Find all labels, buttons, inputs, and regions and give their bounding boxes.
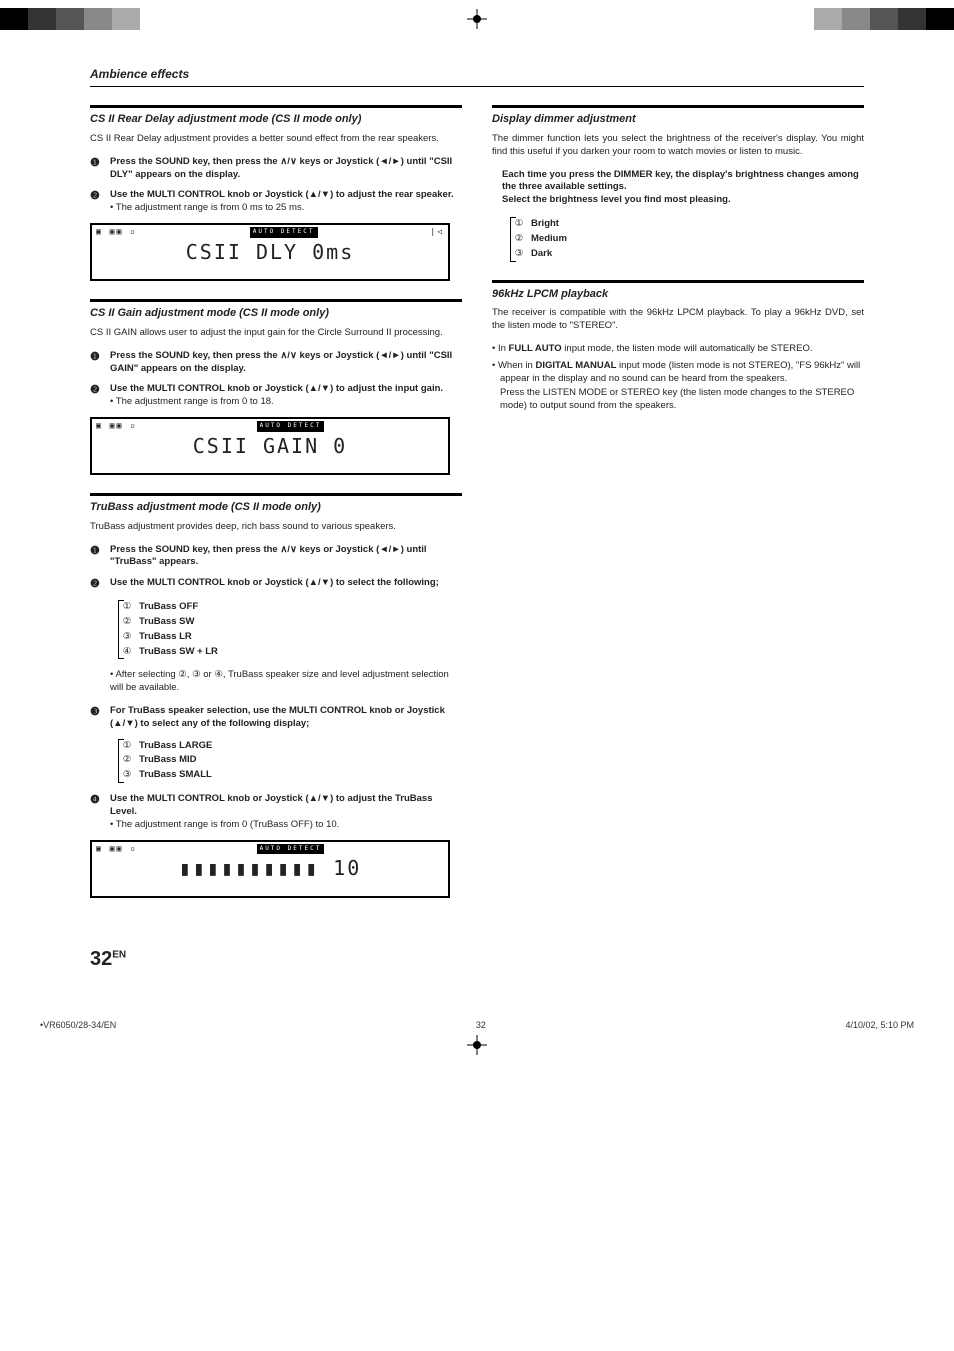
lcd-display-csii-delay: ▣ ▣▣ ▫AUTO DETECT|◁ CSII DLY 0ms <box>90 223 450 281</box>
step-text: For TruBass speaker selection, use the M… <box>110 705 462 731</box>
option-label: TruBass LR <box>139 631 192 644</box>
option-label: TruBass SMALL <box>139 769 212 782</box>
footer-page: 32 <box>476 1019 486 1031</box>
step-number-icon: ❷ <box>90 189 104 215</box>
step-text: Use the MULTI CONTROL knob or Joystick (… <box>110 577 462 592</box>
option-label: TruBass SW <box>139 616 194 629</box>
registration-boxes-left <box>0 8 140 30</box>
step-text: Press the SOUND key, then press the ∧/∨ … <box>110 156 462 182</box>
step-text: Press the SOUND key, then press the ∧/∨ … <box>110 350 462 376</box>
page-number: 32EN <box>90 946 864 973</box>
step-text: Use the MULTI CONTROL knob or Joystick (… <box>110 793 462 819</box>
option-label: Dark <box>531 248 552 261</box>
footer-filename: •VR6050/28-34/EN <box>40 1019 116 1031</box>
registration-boxes-right <box>814 8 954 30</box>
option-label: TruBass LARGE <box>139 740 212 753</box>
step-sub-note: • The adjustment range is from 0 (TruBas… <box>110 819 462 832</box>
section-desc: TruBass adjustment provides deep, rich b… <box>90 521 462 534</box>
bullet-continuation: Press the LISTEN MODE or STEREO key (the… <box>492 387 864 413</box>
step-text: Use the MULTI CONTROL knob or Joystick (… <box>110 189 462 202</box>
bullet-item: • In FULL AUTO input mode, the listen mo… <box>492 343 864 356</box>
step-number-icon: ❸ <box>90 705 104 731</box>
section-desc: The dimmer function lets you select the … <box>492 133 864 159</box>
option-label: TruBass MID <box>139 754 197 767</box>
section-desc: CS II Rear Delay adjustment provides a b… <box>90 133 462 146</box>
footer-bar: •VR6050/28-34/EN 32 4/10/02, 5:10 PM <box>0 1013 954 1031</box>
lcd-display-csii-gain: ▣ ▣▣ ▫AUTO DETECT CSII GAIN 0 <box>90 417 450 475</box>
registration-crosshair-icon <box>466 1035 488 1057</box>
note: • After selecting ②, ③ or ④, TruBass spe… <box>90 669 462 695</box>
step-number-icon: ❷ <box>90 383 104 409</box>
section-title-96khz: 96kHz LPCM playback <box>492 280 864 302</box>
dimmer-options-list: ①Bright ②Medium ③Dark <box>510 217 864 261</box>
section-desc: The receiver is compatible with the 96kH… <box>492 307 864 333</box>
section-title-dimmer: Display dimmer adjustment <box>492 105 864 127</box>
section-title-csii-delay: CS II Rear Delay adjustment mode (CS II … <box>90 105 462 127</box>
option-label: Bright <box>531 218 559 231</box>
page-header: Ambience effects <box>90 66 864 87</box>
section-title-csii-gain: CS II Gain adjustment mode (CS II mode o… <box>90 299 462 321</box>
option-label: Medium <box>531 233 567 246</box>
dimmer-note: Each time you press the DIMMER key, the … <box>492 169 864 207</box>
step-sub-note: • The adjustment range is from 0 to 18. <box>110 396 462 409</box>
step-number-icon: ❶ <box>90 350 104 376</box>
top-registration-bar <box>0 0 954 36</box>
option-label: TruBass OFF <box>139 601 198 614</box>
section-desc: CS II GAIN allows user to adjust the inp… <box>90 327 462 340</box>
step-text: Press the SOUND key, then press the ∧/∨ … <box>110 544 462 570</box>
step-number-icon: ❶ <box>90 156 104 182</box>
left-column: CS II Rear Delay adjustment mode (CS II … <box>90 105 462 915</box>
trubass-speaker-options-list: ①TruBass LARGE ②TruBass MID ③TruBass SMA… <box>118 739 462 783</box>
step-text: Use the MULTI CONTROL knob or Joystick (… <box>110 383 462 396</box>
section-title-trubass: TruBass adjustment mode (CS II mode only… <box>90 493 462 515</box>
registration-crosshair-icon <box>466 8 488 30</box>
lcd-display-trubass-level: ▣ ▣▣ ▫AUTO DETECT ▮▮▮▮▮▮▮▮▮▮ 10 <box>90 840 450 898</box>
step-sub-note: • The adjustment range is from 0 ms to 2… <box>110 202 462 215</box>
step-number-icon: ❶ <box>90 544 104 570</box>
footer-timestamp: 4/10/02, 5:10 PM <box>845 1019 914 1031</box>
step-number-icon: ❹ <box>90 793 104 831</box>
step-number-icon: ❷ <box>90 577 104 592</box>
option-label: TruBass SW + LR <box>139 646 218 659</box>
right-column: Display dimmer adjustment The dimmer fun… <box>492 105 864 915</box>
trubass-options-list: ①TruBass OFF ②TruBass SW ③TruBass LR ④Tr… <box>118 600 462 659</box>
bullet-item: • When in DIGITAL MANUAL input mode (lis… <box>492 360 864 386</box>
